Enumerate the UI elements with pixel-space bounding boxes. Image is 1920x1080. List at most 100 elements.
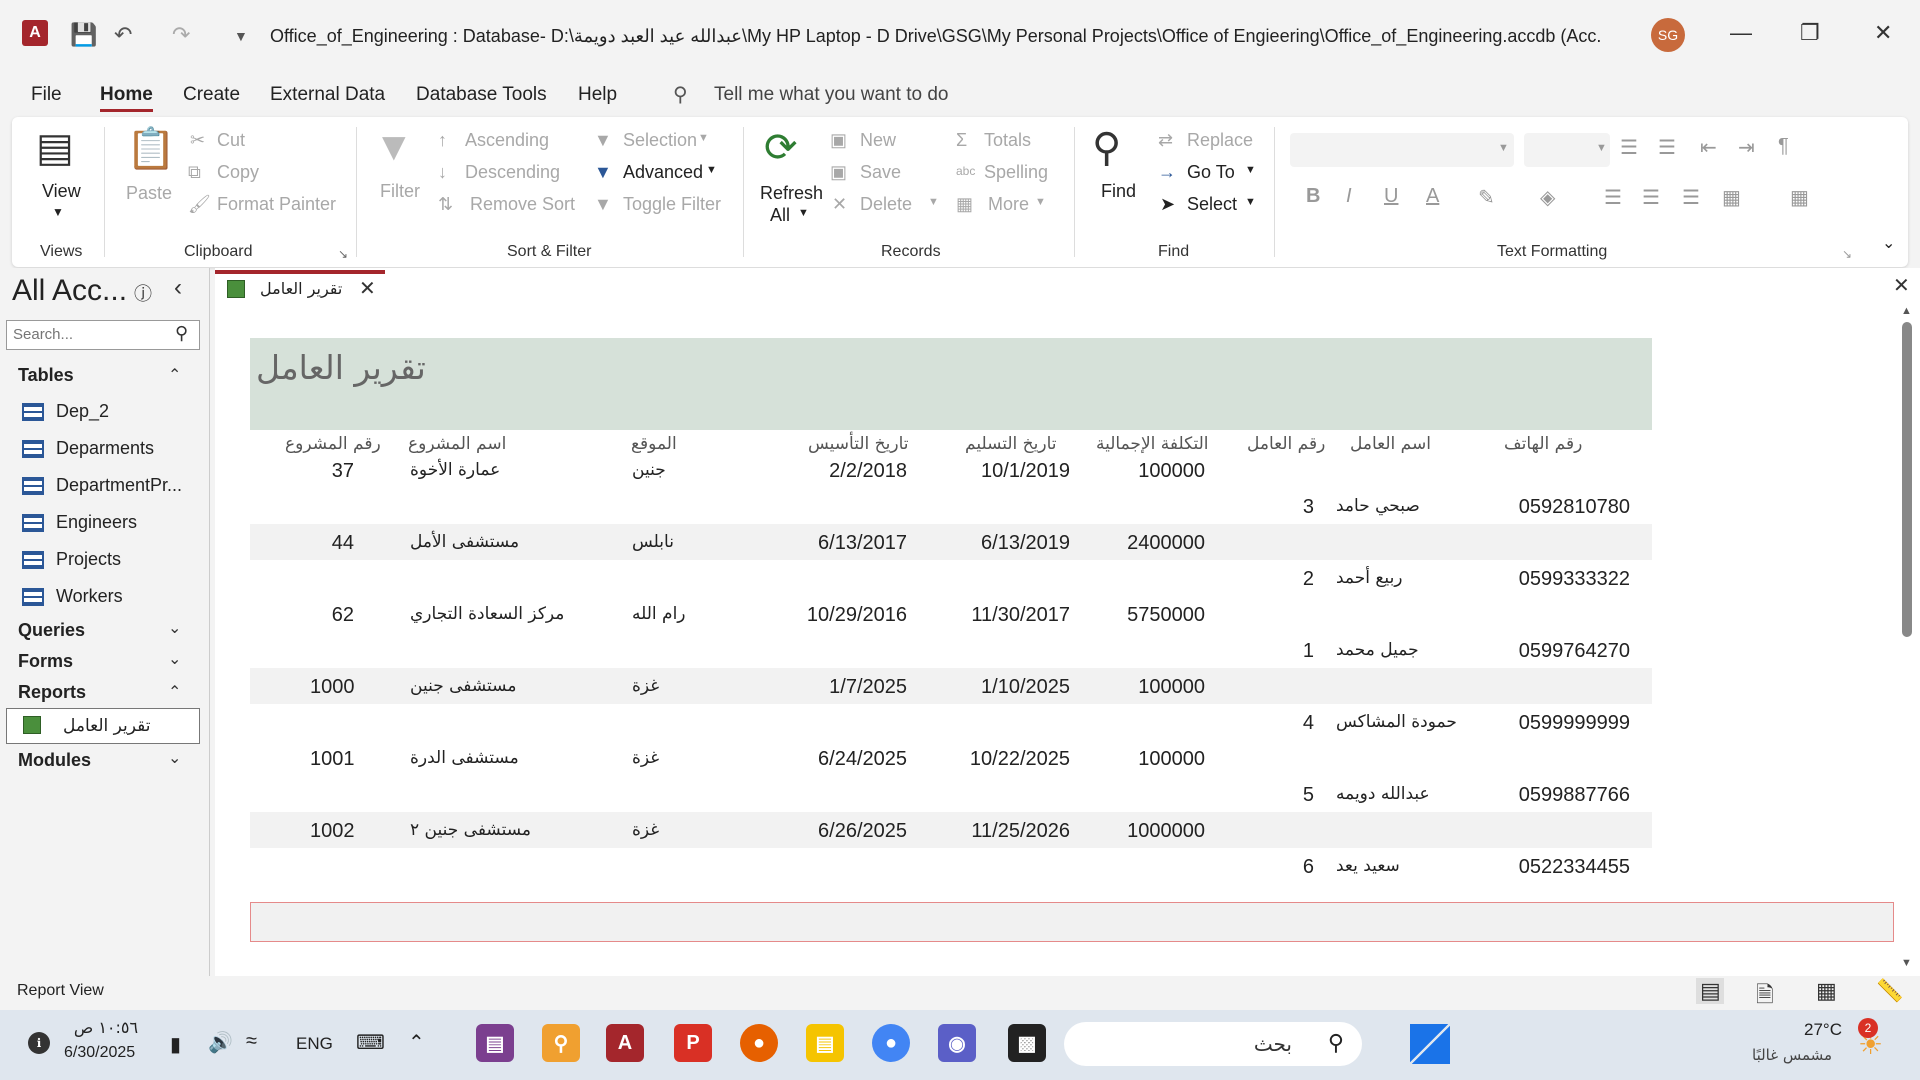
windows-start-icon[interactable] [1410,1024,1450,1064]
advanced-icon[interactable]: ▼ [594,162,612,183]
wifi-icon[interactable]: ≈ [246,1030,257,1053]
redo-icon[interactable]: ↷ [172,22,190,48]
undo-icon[interactable]: ↶ [114,22,132,48]
goto-dropdown-icon[interactable]: ▼ [1245,164,1256,176]
search-icon[interactable]: ⚲ [175,323,188,344]
taskbar-search-box[interactable]: بحث ⚲ [1064,1022,1362,1066]
chrome-icon[interactable]: ● [872,1024,910,1062]
font-family-select[interactable] [1290,133,1514,167]
replace-button[interactable]: Replace [1187,130,1253,151]
winrar-icon[interactable]: ▤ [476,1024,514,1062]
refresh-all-button[interactable]: Refresh [760,183,823,204]
goto-icon[interactable]: → [1158,162,1176,183]
show-hidden-icons-icon[interactable]: ⌃ [408,1030,425,1055]
advanced-dropdown-icon[interactable]: ▼ [706,164,717,176]
nav-item-report-worker[interactable]: تقرير العامل [6,708,200,744]
copy-icon[interactable]: ⧉ [188,162,201,183]
nav-section-reports[interactable]: Reports [18,682,86,703]
nav-section-queries[interactable]: Queries [18,620,85,641]
nav-section-forms[interactable]: Forms [18,651,73,672]
view-icon[interactable]: ▤ [36,125,74,171]
bold-icon[interactable]: B [1306,185,1320,208]
more-icon[interactable]: ▦ [956,194,973,215]
numbering-icon[interactable]: ☰ [1658,135,1676,160]
delete-dropdown-icon[interactable]: ▼ [928,196,939,208]
keyboard-icon[interactable]: ⌨ [356,1030,385,1055]
info-badge-icon[interactable]: ℹ [28,1032,50,1054]
underline-icon[interactable]: U [1384,185,1398,208]
bullets-icon[interactable]: ☰ [1620,135,1638,160]
cut-icon[interactable]: ✂ [190,130,205,151]
chevron-up-icon[interactable]: ⌃ [168,682,181,702]
file-explorer-icon[interactable]: ▤ [806,1024,844,1062]
pdf-icon[interactable]: P [674,1024,712,1062]
nav-pane-title[interactable]: All Acc... [12,274,127,308]
menu-database-tools[interactable]: Database Tools [416,84,547,106]
decrease-indent-icon[interactable]: ⇤ [1700,135,1717,160]
weather-desc[interactable]: مشمس غالبًا [1752,1046,1832,1064]
nav-item-engineers[interactable]: Engineers [22,512,137,533]
advanced-button[interactable]: Advanced [623,162,703,183]
ascending-icon[interactable]: ↑ [438,130,447,151]
align-center-icon[interactable]: ☰ [1642,185,1660,210]
filter-icon[interactable]: ▼ [374,125,414,170]
weather-temp[interactable]: 27°C [1804,1020,1842,1040]
delete-record-icon[interactable]: ✕ [832,194,847,215]
find-icon[interactable]: ⚲ [1092,125,1121,171]
fill-color-icon[interactable]: ◈ [1540,185,1555,210]
view-dropdown-icon[interactable]: ▼ [52,205,64,219]
remove-sort-icon[interactable]: ⇅ [438,194,453,215]
language-indicator[interactable]: ENG [296,1034,333,1054]
nav-item-projects[interactable]: Projects [22,549,121,570]
select-dropdown-icon[interactable]: ▼ [1245,196,1256,208]
paste-button[interactable]: Paste [126,183,172,204]
highlight-icon[interactable]: ✎ [1478,185,1495,210]
descending-button[interactable]: Descending [465,162,560,183]
layout-view-icon[interactable]: ▦ [1816,978,1837,1004]
refresh-all-label[interactable]: All [770,205,790,226]
save-icon[interactable]: 💾 [70,22,97,48]
more-dropdown-icon[interactable]: ▼ [1035,196,1046,208]
selection-button[interactable]: Selection [623,130,697,151]
firefox-icon[interactable]: ● [740,1024,778,1062]
nav-item-departmentpr[interactable]: DepartmentPr... [22,475,182,496]
refresh-dropdown-icon[interactable]: ▼ [798,207,809,219]
totals-icon[interactable]: Σ [956,130,967,151]
nav-item-workers[interactable]: Workers [22,586,123,607]
new-record-icon[interactable]: ▣ [830,130,847,151]
align-right-icon[interactable]: ☰ [1682,185,1700,210]
scroll-down-icon[interactable]: ▼ [1901,957,1912,969]
notification-badge[interactable]: 2 [1858,1018,1878,1038]
access-taskbar-icon[interactable]: A [606,1024,644,1062]
chevron-up-icon[interactable]: ⌃ [168,365,181,385]
collapse-ribbon-icon[interactable]: ⌄ [1882,233,1895,253]
nav-menu-chevron-icon[interactable]: ⓙ [134,280,152,306]
copy-button[interactable]: Copy [217,162,259,183]
totals-button[interactable]: Totals [984,130,1031,151]
nav-section-tables[interactable]: Tables [18,365,74,386]
italic-icon[interactable]: I [1346,185,1352,208]
chevron-down-icon[interactable]: ⌄ [168,649,181,669]
nav-search-input[interactable] [7,321,167,347]
collapse-nav-icon[interactable]: ‹ [174,274,182,302]
chevron-down-icon[interactable]: ⌄ [168,618,181,638]
more-button[interactable]: More [988,194,1029,215]
font-color-icon[interactable]: A [1426,185,1439,208]
user-avatar[interactable]: SG [1651,18,1685,52]
scroll-up-icon[interactable]: ▲ [1901,305,1912,317]
scrollbar-thumb[interactable] [1902,322,1912,637]
report-footer-band[interactable] [250,902,1894,942]
filter-button[interactable]: Filter [380,181,420,202]
format-painter-button[interactable]: Format Painter [217,194,336,215]
remove-sort-button[interactable]: Remove Sort [470,194,575,215]
align-left-icon[interactable]: ☰ [1604,185,1622,210]
paste-icon[interactable]: 📋 [126,125,176,172]
select-icon[interactable]: ➤ [1160,194,1175,215]
nav-item-deparments[interactable]: Deparments [22,438,154,459]
document-tab[interactable]: تقرير العامل ✕ [215,270,385,302]
menu-create[interactable]: Create [183,84,240,106]
find-button[interactable]: Find [1101,181,1136,202]
close-icon[interactable]: ✕ [359,276,376,301]
teams-icon[interactable]: ◉ [938,1024,976,1062]
menu-help[interactable]: Help [578,84,617,106]
